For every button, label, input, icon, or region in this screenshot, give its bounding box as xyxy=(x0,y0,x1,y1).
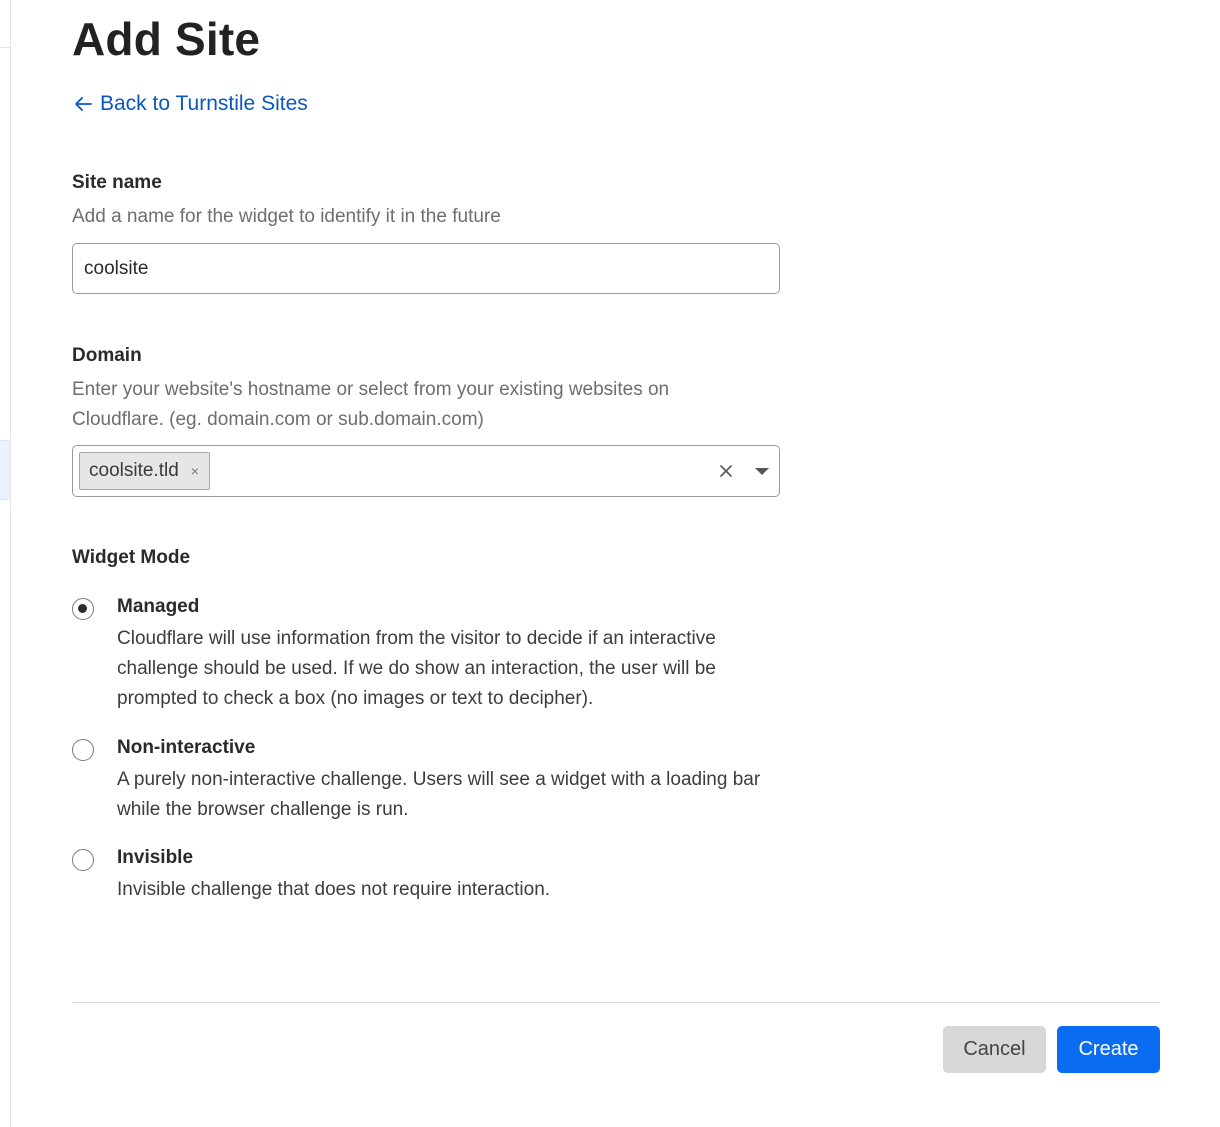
domain-tag: coolsite.tld × xyxy=(79,452,210,490)
invisible-description: Invisible challenge that does not requir… xyxy=(117,879,551,900)
managed-description: Cloudflare will use information from the… xyxy=(117,628,716,709)
site-name-label: Site name xyxy=(72,172,162,193)
widget-mode-label: Widget Mode xyxy=(72,547,191,568)
invisible-radio[interactable] xyxy=(72,849,94,871)
domain-label: Domain xyxy=(72,345,142,366)
site-name-help: Add a name for the widget to identify it… xyxy=(72,206,501,227)
non-interactive-title: Non-interactive xyxy=(117,737,256,758)
sidebar-divider xyxy=(0,47,10,48)
close-icon[interactable] xyxy=(716,461,736,481)
sidebar-edge xyxy=(0,0,11,1127)
footer-divider xyxy=(72,1002,1160,1003)
site-name-input[interactable] xyxy=(72,243,780,294)
domain-select[interactable]: coolsite.tld × xyxy=(72,445,780,497)
tag-remove-icon[interactable]: × xyxy=(191,463,199,479)
managed-title: Managed xyxy=(117,596,200,617)
sidebar-active-item[interactable] xyxy=(0,440,10,500)
back-to-turnstile-sites-link[interactable]: Back to Turnstile Sites xyxy=(72,92,308,116)
domain-help-line-2: Cloudflare. (eg. domain.com or sub.domai… xyxy=(72,409,484,430)
page-title: Add Site xyxy=(72,13,261,65)
managed-radio[interactable] xyxy=(72,598,94,620)
arrow-left-icon xyxy=(75,97,92,111)
cancel-button[interactable]: Cancel xyxy=(943,1026,1046,1073)
create-button[interactable]: Create xyxy=(1057,1026,1160,1073)
domain-tag-label: coolsite.tld xyxy=(89,460,179,481)
non-interactive-description: A purely non-interactive challenge. User… xyxy=(117,769,761,820)
back-link-label: Back to Turnstile Sites xyxy=(100,92,308,115)
caret-down-icon[interactable] xyxy=(751,460,773,482)
domain-help-line-1: Enter your website's hostname or select … xyxy=(72,379,670,400)
invisible-title: Invisible xyxy=(117,847,194,868)
non-interactive-radio[interactable] xyxy=(72,739,94,761)
